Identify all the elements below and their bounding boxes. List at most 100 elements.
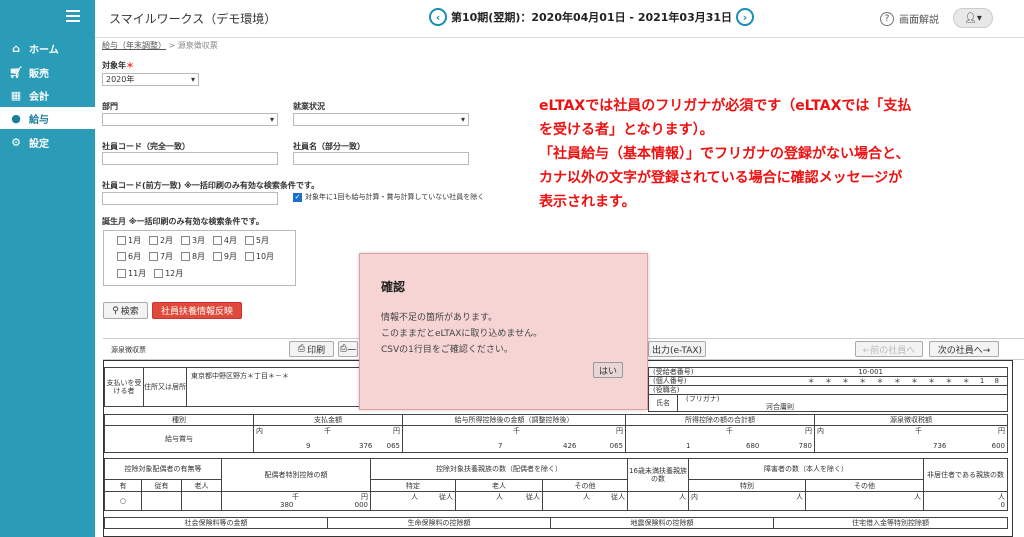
notice-line: 表示されます。 (539, 194, 636, 210)
empname-label: 社員名（部分一致） (293, 142, 365, 151)
col-life: 生命保険料の控除額 (327, 517, 551, 529)
app-title: スマイルワークス（デモ環境） (109, 12, 277, 26)
month-checkbox[interactable]: 3月 (180, 235, 205, 246)
disabled-special-cell: 内人 (688, 491, 806, 511)
dep-old-cell: 人従人 (455, 491, 543, 511)
question-icon: ? (880, 11, 894, 26)
empcode-prefix-label: 社員コード(前方一致) ※一括印刷のみ有効な検索条件です。 (102, 181, 320, 190)
search-button[interactable]: ⚲ 検索 (103, 302, 148, 319)
user-menu-button[interactable]: 👤︎ ▾ (953, 8, 993, 28)
dept-select[interactable] (102, 113, 278, 126)
spouse-yes-value: ○ (104, 491, 142, 511)
user-icon: 👤︎ (964, 12, 977, 24)
dialog-message-line: CSVの1行目をご確認ください。 (381, 345, 513, 355)
chevron-right-icon: › (742, 10, 748, 24)
sidebar-item-accounting[interactable]: ▦ 会計 (0, 84, 95, 106)
empcode-input[interactable] (102, 152, 278, 165)
exclude-label: 対象年に1回も給与計算・賞与計算していない社員を除く (305, 193, 485, 201)
sidebar-item-label: 設定 (29, 138, 49, 150)
breadcrumb-current: 源泉徴収票 (177, 41, 218, 50)
print-button[interactable]: ⎙ 印刷 (289, 341, 334, 357)
month-checkbox[interactable]: 9月 (212, 251, 237, 262)
hamburger-menu-icon[interactable] (66, 10, 80, 22)
month-checkbox[interactable]: 6月 (117, 251, 141, 262)
home-icon: ⌂ (12, 41, 20, 55)
dep-other-cell: 人従人 (542, 491, 628, 511)
cart-icon: 🛒︎ (9, 65, 23, 79)
col-spouse: 控除対象配偶者の有無等 (104, 458, 222, 480)
tax-cell: 内千円 736 600 (814, 425, 1008, 453)
birth-row: 11月 12月 (117, 268, 188, 281)
type-value: 給与賞与 (104, 425, 254, 453)
month-checkbox[interactable]: 7月 (148, 251, 173, 262)
next-employee-button[interactable]: 次の社員へ→ (929, 341, 999, 357)
empcode-prefix-input[interactable] (102, 192, 278, 205)
checkmark-icon: ✓ (293, 192, 302, 202)
breadcrumb-separator: > (168, 41, 178, 50)
month-checkbox[interactable]: 2月 (148, 235, 173, 246)
birth-label: 誕生月 ※一括印刷のみ有効な検索条件です。 (102, 217, 264, 226)
under16-cell: 人 (627, 491, 689, 511)
sidebar: ⌂ ホーム 🛒︎ 販売 ▦ 会計 ● 給与 ⚙ 設定 (0, 0, 95, 537)
empname-input[interactable] (293, 152, 469, 165)
sidebar-item-label: 販売 (29, 68, 49, 80)
dialog-message-line: このままだとeLTAXに取り込めません。 (381, 329, 543, 339)
search-icon: ⚲ (112, 305, 119, 316)
ok-button[interactable]: はい (593, 362, 623, 378)
month-checkbox[interactable]: 1月 (117, 235, 141, 246)
employee-name: 河合庸則 (766, 403, 794, 411)
col-dependents: 控除対象扶養親族の数（配偶者を除く） (370, 458, 628, 480)
prev-employee-button[interactable]: ←前の社員へ (855, 341, 923, 357)
sidebar-item-home[interactable]: ⌂ ホーム (0, 37, 95, 59)
dependent-reflect-button[interactable]: 社員扶養情報反映 (152, 302, 242, 319)
month-checkbox[interactable]: 4月 (212, 235, 237, 246)
print2-button[interactable]: ⎙ 一 (338, 341, 358, 357)
breadcrumb-parent[interactable]: 給与（年末調整） (102, 41, 166, 50)
pay-cell: 内千円 9 376 065 (253, 425, 403, 453)
month-checkbox[interactable]: 8月 (180, 251, 205, 262)
help-label: 画面解説 (899, 15, 939, 26)
year-select[interactable]: 2020年 (102, 73, 199, 86)
disabled-other-cell: 人 (805, 491, 924, 511)
month-checkbox[interactable]: 12月 (154, 268, 183, 279)
name-cell: (フリガナ) 河合庸則 (677, 394, 1008, 412)
sidebar-item-payroll[interactable]: ● 給与 (0, 107, 95, 129)
etax-export-button[interactable]: 出力(e-TAX) (648, 341, 706, 357)
furigana-label: (フリガナ) (686, 395, 720, 403)
exclude-checkbox[interactable]: ✓ 対象年に1回も給与計算・賞与計算していない社員を除く (293, 192, 484, 202)
prev-period-button[interactable]: ‹ (429, 8, 447, 26)
birth-row: 6月 7月 8月 9月 10月 (117, 251, 279, 264)
address-label: 住所又は居所 (143, 367, 187, 407)
status-select[interactable] (293, 113, 469, 126)
printer-icon: ⎙ (339, 344, 348, 354)
col-spouse-special: 配偶者特別控除の額 (221, 458, 371, 492)
month-checkbox[interactable]: 11月 (117, 268, 146, 279)
payee-label: 支払いを受ける者 (104, 367, 144, 407)
printer-icon: ⎙ (297, 344, 306, 354)
sidebar-item-sales[interactable]: 🛒︎ 販売 (0, 61, 95, 83)
dialog-message-line: 情報不足の箇所があります。 (381, 313, 498, 323)
chevron-left-icon: ‹ (435, 10, 441, 24)
col-under16: 16歳未満扶養親族の数 (627, 458, 689, 492)
empcode-label: 社員コード（完全一致） (102, 142, 190, 151)
col-social: 社会保険料等の金額 (104, 517, 328, 529)
personal-no: ＊ ＊ ＊ ＊ ＊ ＊ ＊ ＊ ＊ ＊ 1 8 (807, 377, 1003, 385)
sidebar-item-settings[interactable]: ⚙ 設定 (0, 131, 95, 153)
spouse-special-cell: 千円 380 000 (221, 491, 371, 511)
birth-row: 1月 2月 3月 4月 5月 (117, 235, 274, 248)
name-label: 氏名 (648, 394, 678, 412)
notice-line: を受ける者」となります）。 (539, 122, 714, 138)
gear-icon: ⚙ (11, 135, 21, 149)
doc-tab: 源泉徴収票 (111, 346, 146, 354)
col-quake: 地震保険料の控除額 (550, 517, 774, 529)
after-cell: 千円 7 426 065 (402, 425, 626, 453)
chevron-down-icon: ▾ (976, 12, 982, 24)
help-link[interactable]: ? 画面解説 (880, 11, 939, 26)
status-label: 就業状況 (293, 102, 325, 111)
month-checkbox[interactable]: 10月 (244, 251, 274, 262)
month-checkbox[interactable]: 5月 (244, 235, 269, 246)
spouse-sub-value (141, 491, 182, 511)
dialog-title: 確認 (381, 280, 406, 294)
next-period-button[interactable]: › (736, 8, 755, 26)
spouse-old-value (181, 491, 222, 511)
